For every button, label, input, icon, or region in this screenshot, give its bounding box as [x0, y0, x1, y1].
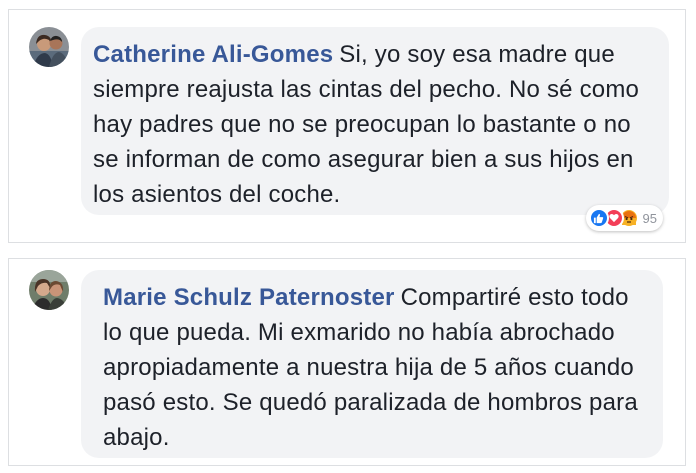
comment-card: Catherine Ali-Gomes Si, yo soy esa madre … — [8, 9, 686, 243]
avatar-photo — [29, 270, 69, 310]
like-icon — [588, 208, 609, 228]
avatar-photo — [29, 27, 69, 67]
comment-author-link[interactable]: Marie Schulz Paternoster — [103, 284, 395, 311]
reaction-count: 95 — [642, 210, 657, 226]
comment-bubble: Marie Schulz Paternoster Compartiré esto … — [81, 270, 663, 458]
avatar[interactable] — [29, 27, 69, 67]
comment-card: Marie Schulz Paternoster Compartiré esto … — [8, 258, 686, 466]
comment-bubble: Catherine Ali-Gomes Si, yo soy esa madre … — [81, 27, 669, 215]
reactions-summary[interactable]: 95 — [585, 205, 663, 231]
avatar[interactable] — [29, 270, 69, 310]
comment-author-link[interactable]: Catherine Ali-Gomes — [93, 41, 333, 68]
